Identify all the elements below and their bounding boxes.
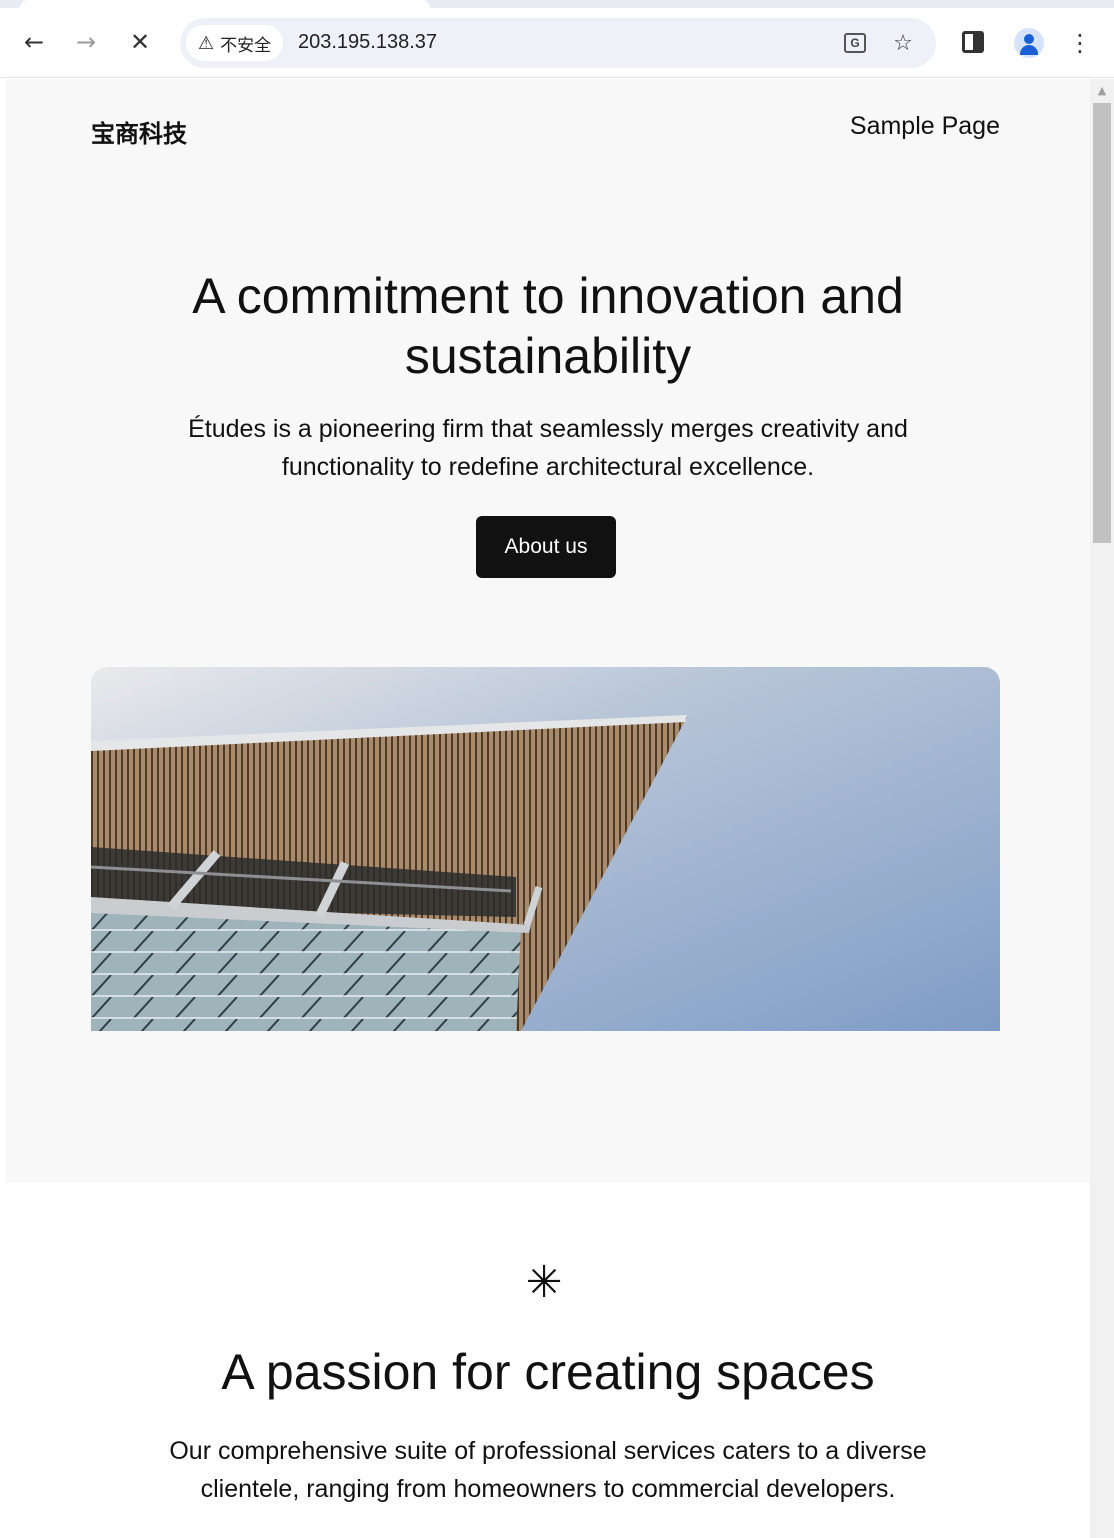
back-arrow-icon[interactable]: ←	[16, 24, 52, 60]
site-title[interactable]: 宝商科技	[91, 114, 187, 149]
hero-heading: A commitment to innovation and sustainab…	[192, 268, 904, 384]
hero-building-image	[91, 667, 1000, 1031]
security-indicator[interactable]: ⚠ 不安全	[186, 25, 284, 61]
translate-icon[interactable]: G	[840, 28, 870, 58]
warning-triangle-icon: ⚠	[198, 32, 215, 54]
address-bar[interactable]: ⚠ 不安全 203.195.138.37 G ☆	[180, 18, 936, 68]
url-text[interactable]: 203.195.138.37	[298, 31, 437, 54]
asterisk-icon: ✳	[525, 1257, 563, 1308]
forward-arrow-icon[interactable]: →	[68, 24, 104, 60]
bookmark-star-icon[interactable]: ☆	[888, 28, 918, 58]
scrollbar-thumb[interactable]	[1093, 103, 1111, 543]
side-panel-icon[interactable]	[962, 31, 984, 53]
about-us-button[interactable]: About us	[476, 516, 616, 578]
security-label: 不安全	[220, 35, 272, 55]
profile-avatar-icon[interactable]	[1014, 28, 1044, 58]
stop-loading-icon[interactable]: ✕	[122, 24, 158, 60]
hero-section: 宝商科技 Sample Page A commitment to innovat…	[6, 79, 1090, 1183]
active-tab[interactable]	[20, 0, 430, 8]
browser-toolbar: ← → ✕ ⚠ 不安全 203.195.138.37 G ☆ ⋮	[0, 0, 1114, 78]
page-viewport: 宝商科技 Sample Page A commitment to innovat…	[6, 79, 1090, 1538]
hero-description: Études is a pioneering firm that seamles…	[188, 415, 908, 481]
section-description: Our comprehensive suite of professional …	[169, 1437, 927, 1503]
scroll-up-arrow-icon[interactable]: ▲	[1090, 79, 1114, 103]
section-heading: A passion for creating spaces	[221, 1344, 875, 1400]
kebab-menu-icon[interactable]: ⋮	[1068, 26, 1092, 60]
vertical-scrollbar[interactable]: ▲	[1090, 79, 1114, 1538]
tab-strip	[0, 0, 1114, 8]
nav-link-sample-page[interactable]: Sample Page	[850, 112, 1000, 141]
